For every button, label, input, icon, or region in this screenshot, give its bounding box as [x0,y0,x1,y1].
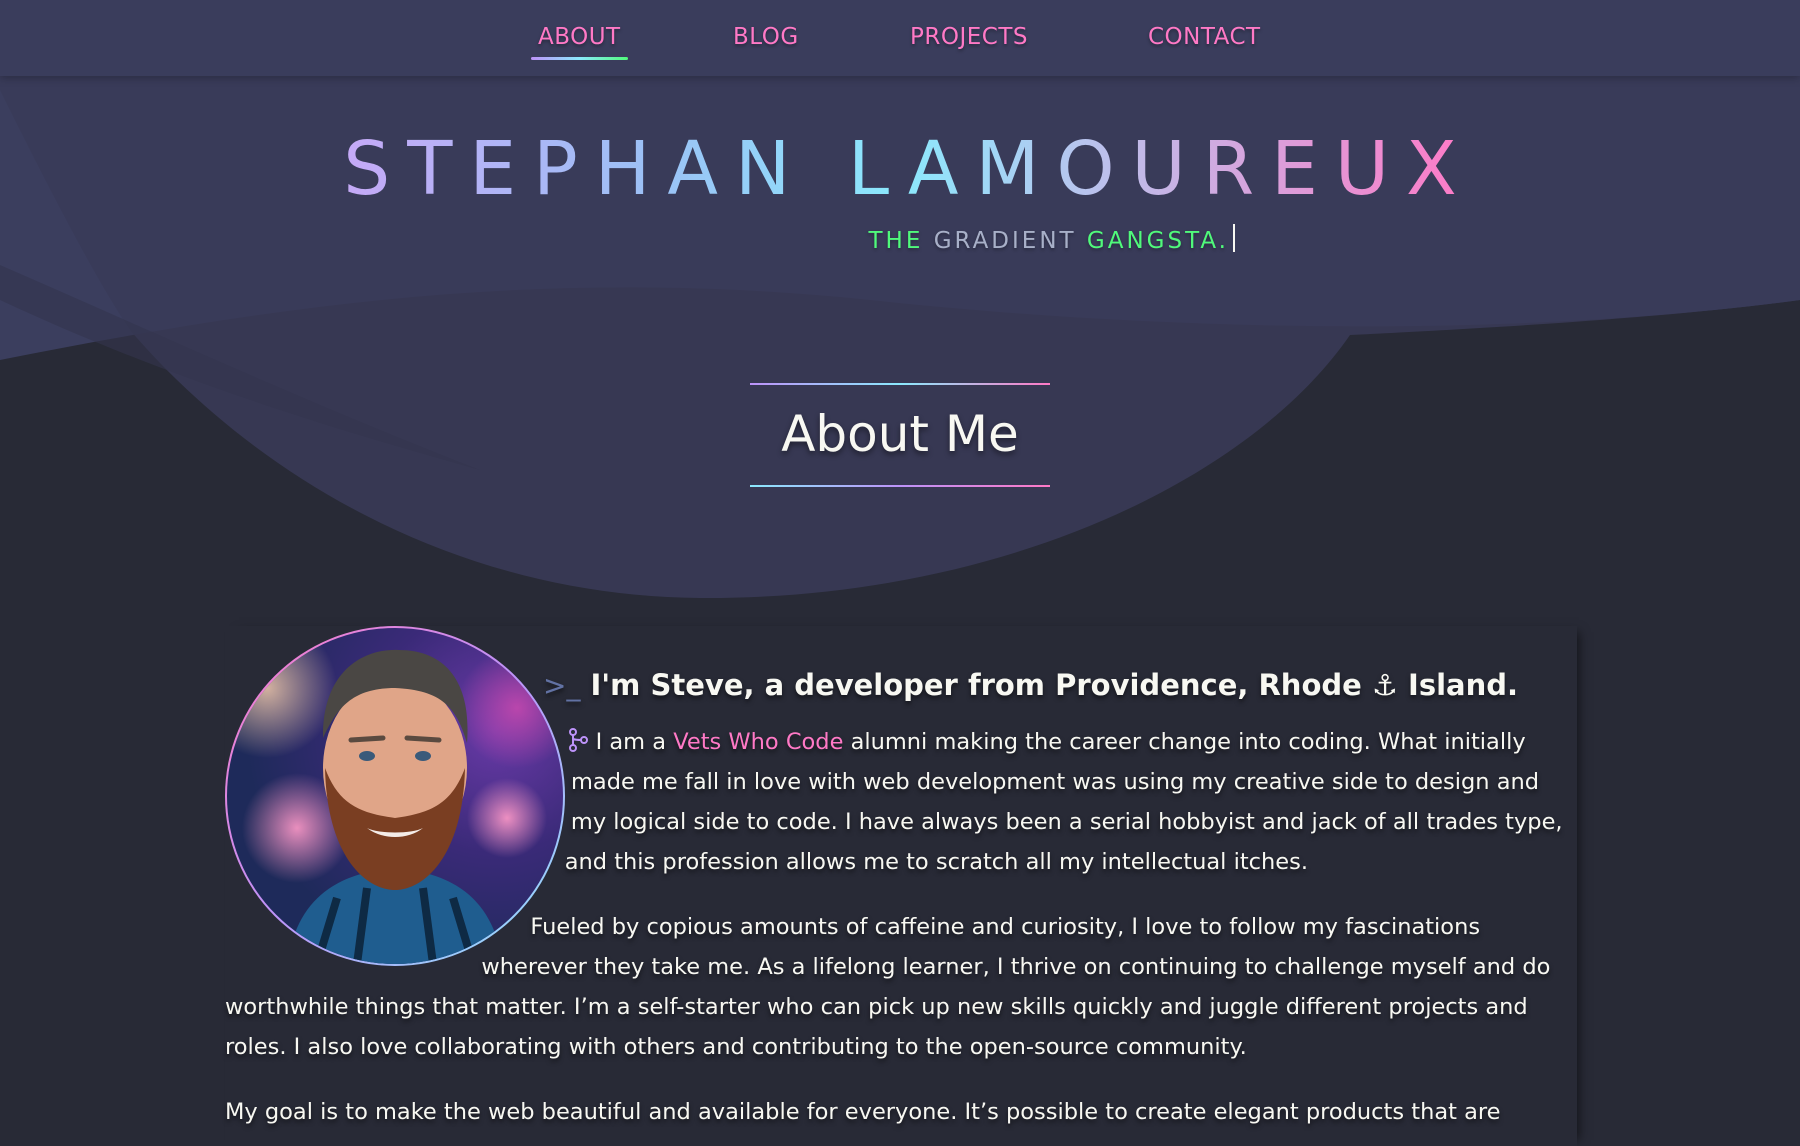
avatar [225,626,565,966]
section-title: About Me [781,405,1019,463]
about-paragraph-3: My goal is to make the web beautiful and… [225,1099,1501,1125]
tagline-word-3: GANGSTA. [1086,228,1229,254]
site-title-text: STEPHAN LAMOUREUX [326,126,1474,212]
anchor-icon: ⚓ [1371,668,1398,702]
title-divider-bottom [750,485,1050,487]
tagline: THE GRADIENT GANGSTA. [868,224,1235,254]
about-section-header: About Me [750,383,1050,487]
nav-about-link[interactable]: ABOUT [531,24,628,60]
tagline-word-2: GRADIENT [933,228,1077,254]
nav-projects-link[interactable]: PROJECTS [910,24,1028,58]
paragraph-1-prefix: I am a [595,729,667,755]
vets-who-code-link[interactable]: Vets Who Code [673,729,843,755]
typing-cursor [1233,224,1235,252]
about-heading-end: Island. [1408,668,1519,702]
git-fork-icon [568,728,588,752]
about-card: >_I'm Steve, a developer from Providence… [225,626,1577,1146]
profile-photo [227,628,563,964]
hero: STEPHAN LAMOUREUX THE GRADIENT GANGSTA. [0,76,1800,346]
top-nav: ABOUT BLOG PROJECTS CONTACT [0,0,1800,76]
about-heading-text: I'm Steve, a developer from Providence, … [590,668,1362,702]
site-title: STEPHAN LAMOUREUX [0,126,1800,212]
nav-contact-link[interactable]: CONTACT [1148,24,1261,58]
tagline-word-1: THE [868,228,924,254]
profile-photo-illustration [227,628,563,964]
nav-blog-link[interactable]: BLOG [733,24,799,58]
